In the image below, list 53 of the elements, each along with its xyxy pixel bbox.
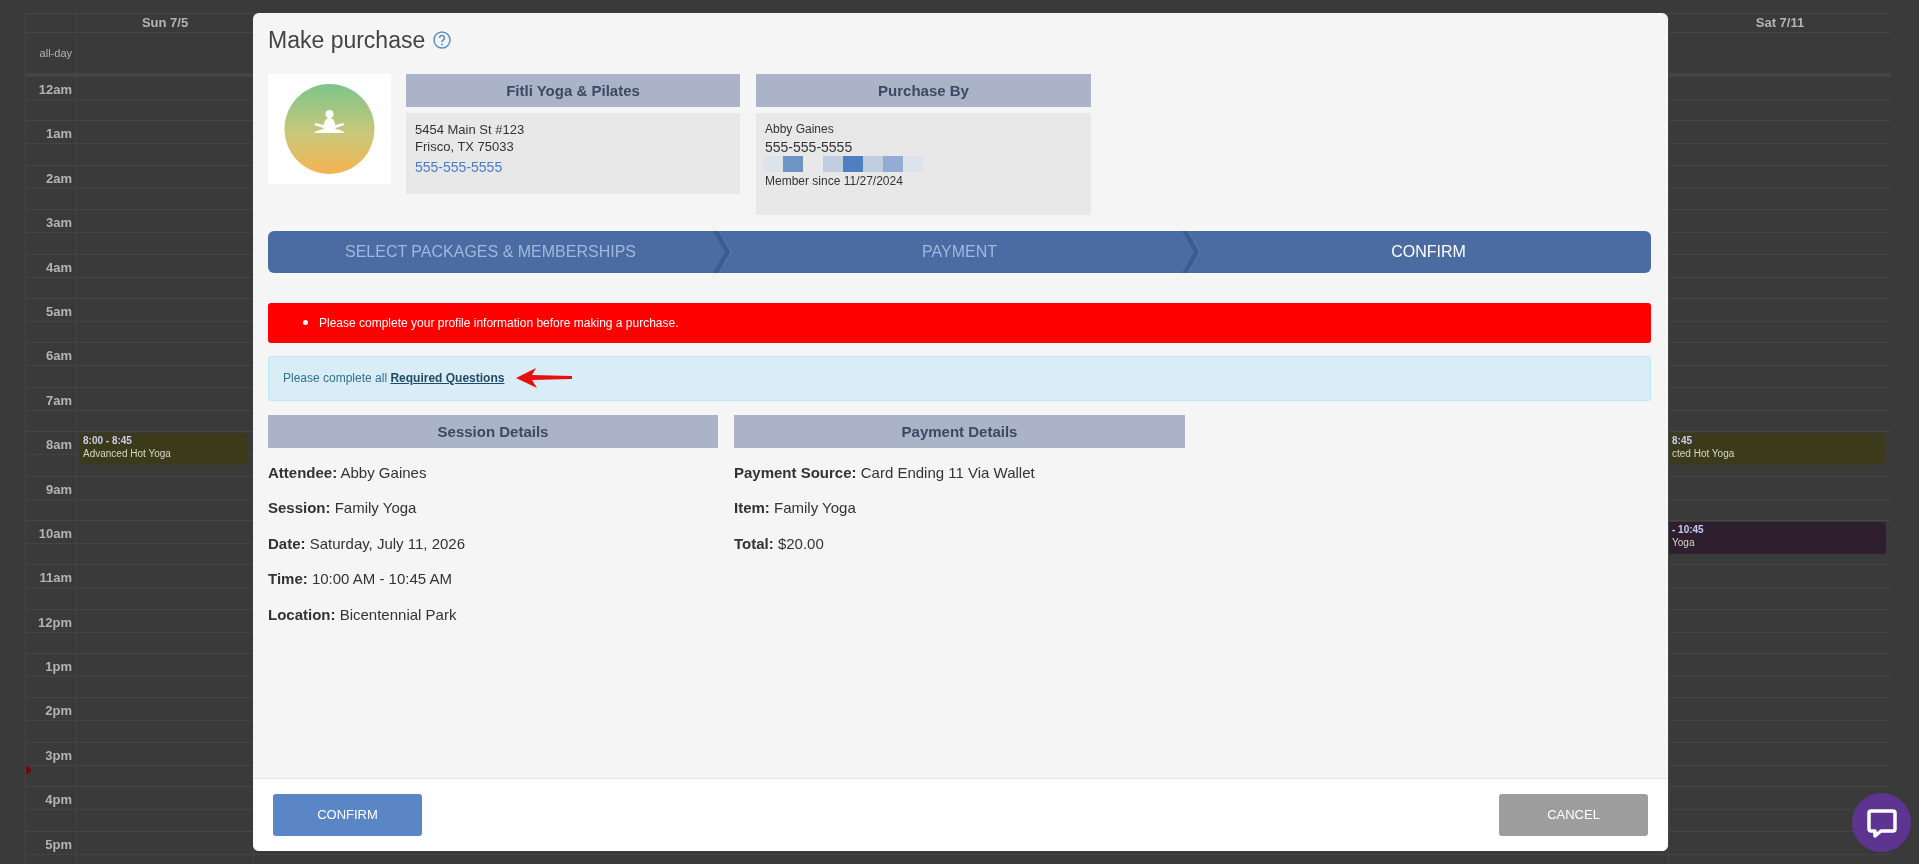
address-line: 5454 Main St #123 — [415, 120, 526, 138]
hour-label: 5pm — [45, 835, 72, 854]
day-header: Sun 7/5 — [141, 15, 189, 30]
section-header: Payment Details — [734, 414, 1185, 448]
hour-label: 7am — [45, 391, 72, 410]
hour-label: 1pm — [45, 658, 72, 677]
hour-label: 3am — [45, 214, 72, 233]
step-tab[interactable]: CONFIRM — [1206, 230, 1651, 273]
section-header: Session Details — [268, 414, 718, 448]
hour-label: 10am — [38, 524, 72, 543]
purchaser-phone: 555-555-5555 — [765, 137, 854, 156]
bullet-icon — [303, 320, 308, 325]
speech-bubble-icon — [1866, 807, 1897, 838]
detail-line: Location: Bicentennial Park — [268, 604, 458, 625]
hour-label: 4am — [45, 258, 72, 277]
hour-label: 2pm — [45, 702, 72, 721]
all-day-label: all-day — [39, 46, 72, 61]
modal-title: Make purchase — [268, 26, 426, 55]
detail-line: Session: Family Yoga — [268, 498, 418, 518]
detail-line: Payment Source: Card Ending 11 Via Wallet — [734, 462, 1036, 483]
card-header: Fitli Yoga & Pilates — [406, 73, 740, 107]
hour-label: 5am — [45, 302, 72, 321]
info-message: Please complete all Required Questions — [283, 370, 505, 387]
calendar-event[interactable]: 8:45 cted Hot Yoga — [1669, 433, 1886, 466]
hour-label: 12am — [38, 81, 72, 99]
required-questions-link[interactable]: Required Questions — [390, 371, 505, 385]
calendar-event[interactable]: - 10:45 Yoga — [1669, 521, 1886, 554]
phone-link[interactable]: 555-555-5555 — [415, 156, 503, 178]
detail-line: Time: 10:00 AM - 10:45 AM — [268, 569, 453, 589]
card-header: Purchase By — [756, 73, 1091, 107]
hour-label: 11am — [39, 569, 72, 588]
arrow-icon — [516, 368, 575, 388]
hour-label: 12pm — [38, 613, 72, 632]
detail-line: Attendee: Abby Gaines — [268, 462, 428, 483]
hour-label: 8am — [45, 436, 72, 455]
day-header: Sat 7/11 — [1755, 15, 1805, 30]
confirm-button[interactable]: CONFIRM — [273, 794, 422, 836]
address-line: Frisco, TX 75033 — [415, 137, 515, 155]
detail-line: Date: Saturday, July 11, 2026 — [268, 533, 467, 554]
purchaser-name: Abby Gaines — [765, 120, 835, 138]
hour-label: 4pm — [45, 791, 72, 810]
calendar-event[interactable]: 8:00 - 8:45 Advanced Hot Yoga — [80, 433, 248, 466]
hour-label: 2am — [45, 169, 72, 188]
hour-label: 3pm — [45, 746, 72, 765]
hour-label: 1am — [45, 125, 72, 144]
hour-label: 6am — [45, 347, 72, 366]
error-message: Please complete your profile information before making a purchase. — [319, 314, 679, 332]
member-since: Member since 11/27/2024 — [765, 172, 904, 190]
hour-label: 9am — [45, 480, 72, 499]
detail-line: Total: $20.00 — [734, 533, 825, 554]
cancel-button[interactable]: CANCEL — [1499, 794, 1648, 836]
help-icon[interactable] — [433, 31, 452, 50]
detail-line: Item: Family Yoga — [734, 498, 857, 518]
